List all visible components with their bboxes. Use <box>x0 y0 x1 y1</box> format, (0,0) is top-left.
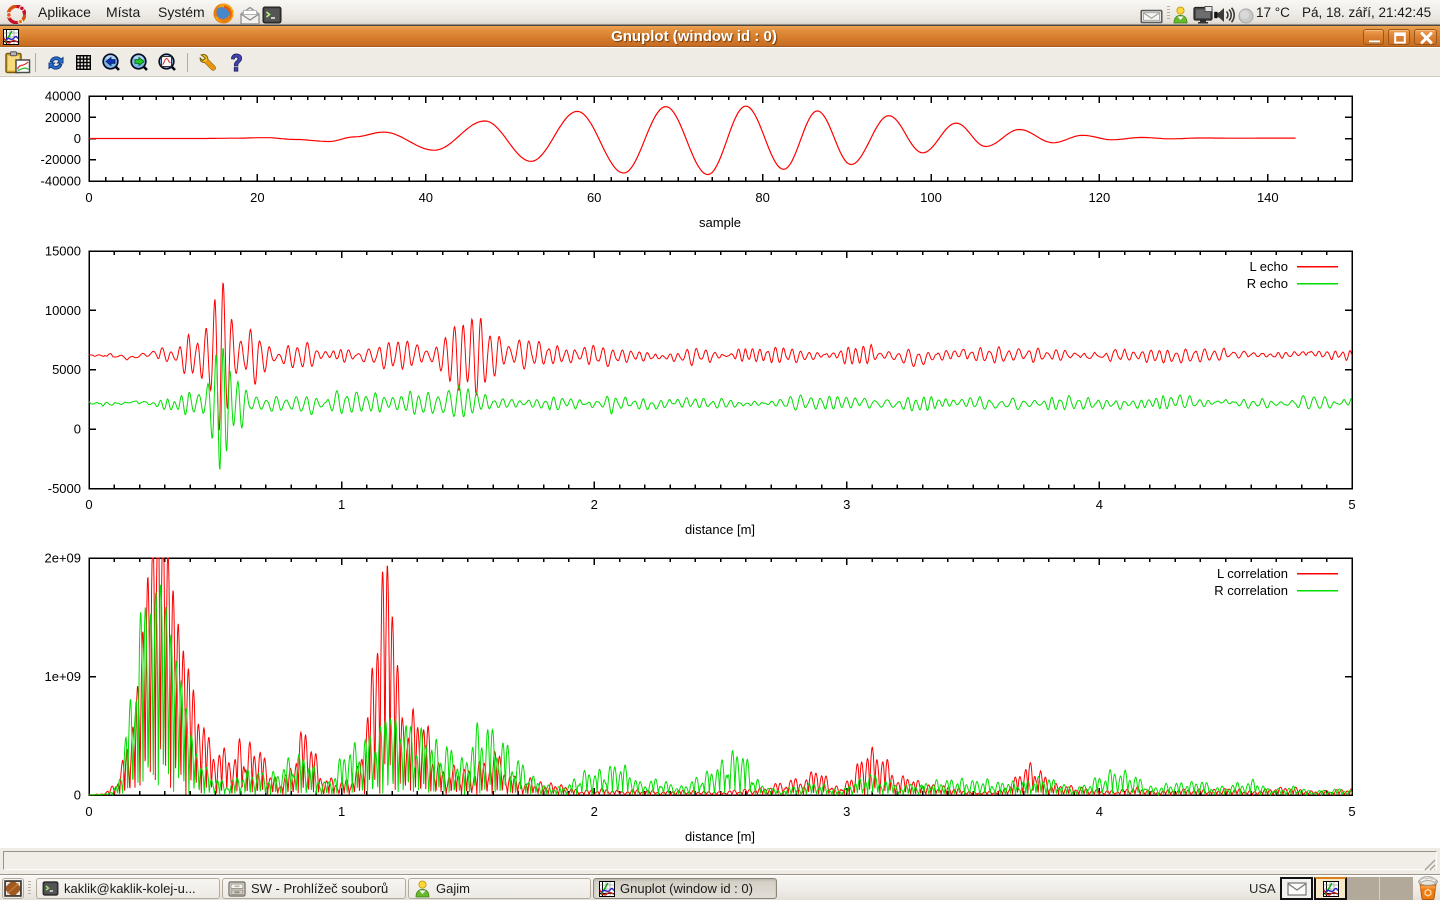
svg-text:2e+09: 2e+09 <box>44 551 81 566</box>
svg-text:R echo: R echo <box>1247 276 1288 291</box>
svg-text:0: 0 <box>74 788 81 803</box>
svg-text:5000: 5000 <box>52 362 81 377</box>
svg-text:0: 0 <box>85 804 92 819</box>
svg-text:4: 4 <box>1096 804 1103 819</box>
svg-text:20000: 20000 <box>45 110 81 125</box>
svg-text:60: 60 <box>587 190 601 205</box>
svg-text:140: 140 <box>1257 190 1279 205</box>
svg-text:sample: sample <box>699 215 741 230</box>
svg-text:1: 1 <box>338 804 345 819</box>
svg-text:5: 5 <box>1348 804 1355 819</box>
svg-text:1: 1 <box>338 497 345 512</box>
svg-text:distance [m]: distance [m] <box>685 829 755 844</box>
svg-text:-40000: -40000 <box>41 174 81 189</box>
svg-text:100: 100 <box>920 190 942 205</box>
svg-text:10000: 10000 <box>45 303 81 318</box>
svg-text:2: 2 <box>591 497 598 512</box>
svg-text:0: 0 <box>74 422 81 437</box>
svg-text:0: 0 <box>74 131 81 146</box>
svg-text:80: 80 <box>755 190 769 205</box>
svg-text:4: 4 <box>1096 497 1103 512</box>
svg-text:L echo: L echo <box>1249 259 1288 274</box>
svg-text:5: 5 <box>1348 497 1355 512</box>
svg-text:-5000: -5000 <box>48 481 81 496</box>
svg-text:0: 0 <box>85 497 92 512</box>
svg-text:20: 20 <box>250 190 264 205</box>
svg-text:1e+09: 1e+09 <box>44 669 81 684</box>
svg-text:-20000: -20000 <box>41 152 81 167</box>
svg-text:40: 40 <box>419 190 433 205</box>
svg-text:distance [m]: distance [m] <box>685 522 755 537</box>
svg-text:15000: 15000 <box>45 244 81 259</box>
svg-text:40000: 40000 <box>45 89 81 104</box>
svg-text:3: 3 <box>843 804 850 819</box>
svg-text:2: 2 <box>591 804 598 819</box>
svg-text:L correlation: L correlation <box>1217 566 1288 581</box>
svg-text:R correlation: R correlation <box>1214 583 1288 598</box>
svg-text:0: 0 <box>85 190 92 205</box>
svg-text:3: 3 <box>843 497 850 512</box>
svg-text:120: 120 <box>1089 190 1111 205</box>
